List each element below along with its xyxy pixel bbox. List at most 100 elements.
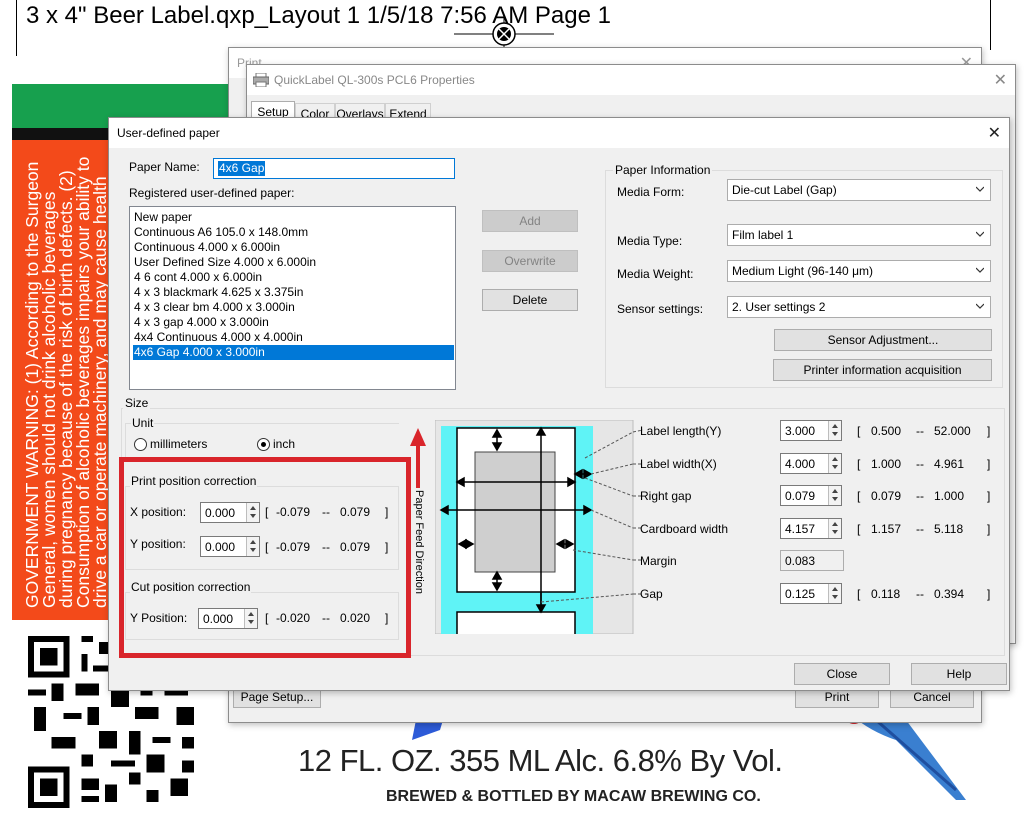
media-type-select[interactable]: Film label 1 [727, 224, 991, 246]
delete-button[interactable]: Delete [482, 289, 578, 311]
dimension-value: 0.125 [785, 587, 816, 601]
paper-name-input[interactable]: 4x6 Gap [213, 158, 455, 179]
paper-list-item[interactable]: 4 x 3 blackmark 4.625 x 3.375in [133, 285, 454, 300]
brewer-text: BREWED & BOTTLED BY MACAW BREWING CO. [386, 788, 761, 805]
dimension-max: 0.394 [934, 587, 965, 601]
dimension-value: 4.157 [785, 522, 816, 536]
paper-list-item[interactable]: Continuous 4.000 x 6.000in [133, 240, 454, 255]
range-close: ] [987, 489, 991, 503]
range-close: ] [987, 457, 991, 471]
range-open: [ [857, 489, 861, 503]
chevron-down-icon [976, 231, 984, 237]
paper-list-item[interactable]: Continuous A6 105.0 x 148.0mm [133, 225, 454, 240]
paper-name-label: Paper Name: [129, 160, 200, 174]
dimension-max: 1.000 [934, 489, 965, 503]
dimension-spinner[interactable]: 4.000 [780, 453, 842, 474]
range-separator: -- [916, 424, 924, 438]
close-button[interactable]: Close [794, 663, 890, 685]
overwrite-button[interactable]: Overwrite [482, 250, 578, 272]
chevron-down-icon [976, 303, 984, 309]
user-defined-paper-dialog: User-defined paper ✕ Paper Name: 4x6 Gap… [108, 117, 1010, 691]
range-open: [ [857, 522, 861, 536]
label-dimension-diagram [435, 420, 634, 634]
dimension-label: Label length(Y) [640, 424, 722, 438]
printer-icon [253, 73, 269, 87]
range-separator: -- [916, 457, 924, 471]
properties-titlebar: QuickLabel QL-300s PCL6 Properties ✕ [247, 65, 1015, 95]
highlight-annotation-box [119, 457, 411, 658]
inch-radio[interactable] [257, 438, 270, 451]
range-open: [ [857, 424, 861, 438]
media-type-value: Film label 1 [732, 228, 794, 242]
media-form-label: Media Form: [617, 185, 685, 199]
paper-feed-direction-wrap: Paper Feed Direction [409, 490, 429, 600]
dimension-max: 52.000 [934, 424, 971, 438]
range-close: ] [987, 424, 991, 438]
paper-feed-direction-label: Paper Feed Direction [413, 490, 425, 594]
sensor-settings-label: Sensor settings: [617, 302, 704, 316]
dimension-max: 5.118 [934, 522, 964, 536]
add-button[interactable]: Add [482, 210, 578, 232]
dimension-spinner[interactable]: 3.000 [780, 420, 842, 441]
spinner-arrows[interactable] [828, 421, 841, 440]
paper-list-item[interactable]: 4x6 Gap 4.000 x 3.000in [133, 345, 454, 360]
spinner-arrows[interactable] [828, 454, 841, 473]
dimension-min: 1.157 [871, 522, 902, 536]
paper-information-label: Paper Information [613, 163, 713, 177]
sensor-settings-value: 2. User settings 2 [732, 300, 826, 314]
dimension-label: Gap [640, 587, 663, 601]
size-label: Size [123, 396, 151, 410]
media-form-value: Die-cut Label (Gap) [732, 183, 837, 197]
dimension-min: 0.079 [871, 489, 902, 503]
spinner-arrows[interactable] [828, 584, 841, 603]
dimension-label: Cardboard width [640, 522, 729, 536]
range-separator: -- [916, 522, 924, 536]
range-open: [ [857, 587, 861, 601]
sensor-adjustment-button[interactable]: Sensor Adjustment... [774, 329, 992, 351]
dimension-label: Label width(X) [640, 457, 717, 471]
millimeters-label: millimeters [150, 437, 208, 451]
dimension-value: 3.000 [785, 424, 816, 438]
range-separator: -- [916, 587, 924, 601]
help-button[interactable]: Help [911, 663, 1007, 685]
printer-info-acquisition-button[interactable]: Printer information acquisition [773, 359, 992, 381]
paper-list-item[interactable]: New paper [133, 210, 454, 225]
dimension-min: 0.500 [871, 424, 902, 438]
media-weight-select[interactable]: Medium Light (96-140 μm) [727, 260, 991, 282]
dimension-spinner[interactable]: 0.079 [780, 485, 842, 506]
dimension-min: 0.118 [871, 587, 901, 601]
dimension-value: 4.000 [785, 457, 816, 471]
dimension-value: 0.083 [785, 554, 816, 568]
udp-dialog-title: User-defined paper [117, 126, 220, 140]
paper-list-item[interactable]: User Defined Size 4.000 x 6.000in [133, 255, 454, 270]
media-weight-label: Media Weight: [617, 267, 694, 281]
dimension-max: 4.961 [934, 457, 965, 471]
dimension-spinner[interactable]: 0.125 [780, 583, 842, 604]
volume-abv-text: 12 FL. OZ. 355 ML Alc. 6.8% By Vol. [298, 743, 783, 778]
crop-mark [990, 0, 991, 50]
sensor-settings-select[interactable]: 2. User settings 2 [727, 296, 991, 318]
dimension-spinner[interactable]: 4.157 [780, 518, 842, 539]
media-weight-value: Medium Light (96-140 μm) [732, 264, 873, 278]
close-icon[interactable]: ✕ [994, 70, 1007, 90]
paper-feed-arrow-icon [410, 428, 426, 488]
registered-paper-list[interactable]: New paper Continuous A6 105.0 x 148.0mm Co… [129, 206, 456, 390]
paper-list-item[interactable]: 4 6 cont 4.000 x 6.000in [133, 270, 454, 285]
paper-list-item[interactable]: 4 x 3 clear bm 4.000 x 3.000in [133, 300, 454, 315]
dimension-readonly-field: 0.083 [780, 550, 844, 571]
paper-list-item[interactable]: 4 x 3 gap 4.000 x 3.000in [133, 315, 454, 330]
unit-label: Unit [131, 416, 155, 430]
paper-list-item[interactable]: 4x4 Continuous 4.000 x 4.000in [133, 330, 454, 345]
media-form-select[interactable]: Die-cut Label (Gap) [727, 179, 991, 201]
properties-dialog-title: QuickLabel QL-300s PCL6 Properties [274, 73, 475, 87]
dimension-value: 0.079 [785, 489, 816, 503]
spinner-arrows[interactable] [828, 486, 841, 505]
millimeters-radio[interactable] [134, 438, 147, 451]
spinner-arrows[interactable] [828, 519, 841, 538]
media-type-label: Media Type: [617, 234, 683, 248]
inch-label: inch [273, 437, 296, 451]
dimension-label: Right gap [640, 489, 692, 503]
range-close: ] [987, 587, 991, 601]
close-icon[interactable]: ✕ [988, 123, 1001, 143]
chevron-down-icon [976, 267, 984, 273]
